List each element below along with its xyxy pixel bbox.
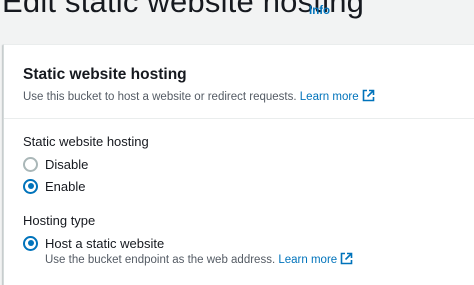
radio-label-enable: Enable bbox=[45, 178, 86, 194]
radio-label-disable: Disable bbox=[45, 156, 89, 172]
hosting-learn-more-link[interactable]: Learn more bbox=[278, 252, 353, 268]
info-link[interactable]: Info bbox=[309, 5, 330, 17]
radio-label-host-static-website: Host a static website bbox=[45, 235, 165, 251]
external-link-icon bbox=[340, 252, 353, 268]
hosting-learn-more-label: Learn more bbox=[278, 254, 338, 266]
panel-description-text: Use this bucket to host a website or red… bbox=[23, 91, 297, 103]
panel-header: Static website hosting Use this bucket t… bbox=[4, 45, 474, 119]
panel-description: Use this bucket to host a website or red… bbox=[23, 89, 375, 105]
page-header: Edit static website hosting Info bbox=[0, 0, 474, 40]
host-static-website-description: Use the bucket endpoint as the web addre… bbox=[45, 252, 353, 268]
radio-button-enable[interactable] bbox=[23, 178, 38, 194]
radio-option-host-static-website[interactable]: Host a static website bbox=[23, 234, 164, 252]
radio-button-disable[interactable] bbox=[23, 156, 38, 172]
radio-button-host-static-website[interactable] bbox=[23, 235, 38, 251]
learn-more-label: Learn more bbox=[299, 91, 359, 103]
hosting-type-label: Hosting type bbox=[23, 213, 96, 228]
radio-option-enable[interactable]: Enable bbox=[23, 177, 85, 195]
panel-title: Static website hosting bbox=[23, 66, 187, 83]
radio-option-disable[interactable]: Disable bbox=[23, 155, 88, 173]
host-static-website-description-text: Use the bucket endpoint as the web addre… bbox=[45, 254, 276, 266]
static-website-hosting-panel: Static website hosting Use this bucket t… bbox=[3, 44, 474, 285]
learn-more-link[interactable]: Learn more bbox=[299, 89, 375, 105]
hosting-field-label: Static website hosting bbox=[23, 134, 149, 149]
external-link-icon bbox=[362, 89, 375, 105]
